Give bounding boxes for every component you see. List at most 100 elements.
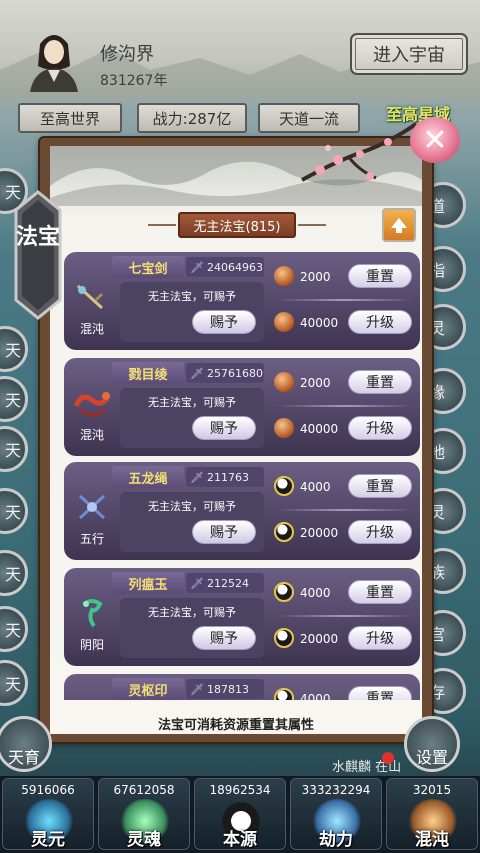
- item-element: 阴阳: [79, 638, 104, 652]
- resource-tile-lingyuan[interactable]: 5916066 灵元: [2, 778, 94, 850]
- copper-coin-icon: [274, 418, 294, 438]
- sword-icon: 🗡: [190, 260, 204, 274]
- scroll-up-button[interactable]: [382, 208, 416, 242]
- item-name: 灵枢印: [112, 678, 184, 700]
- item-element: 混沌: [79, 428, 104, 442]
- upgrade-cost: 20000: [300, 632, 339, 646]
- reset-button[interactable]: 重置: [348, 580, 412, 604]
- side-button-left-2[interactable]: 天: [0, 326, 28, 372]
- rope-item-icon: [78, 494, 106, 520]
- close-icon: ✕: [422, 122, 448, 158]
- item-element: 混沌: [79, 322, 104, 336]
- item-desc: 无主法宝，可赐予: [148, 606, 236, 619]
- resource-tile-benyuan[interactable]: 18962534 本源: [194, 778, 286, 850]
- side-tab-label: 法宝: [15, 225, 60, 250]
- divider: [298, 224, 326, 226]
- treasure-card: 七宝剑 🗡 24064963 混沌 无主法宝，可赐予 赐予 2000 重置 400…: [64, 252, 420, 350]
- treasure-card: 戮目绫 🗡 25761680 混沌 无主法宝，可赐予 赐予 2000 重置 400…: [64, 358, 420, 456]
- item-name: 七宝剑: [112, 256, 184, 278]
- side-button-left-8[interactable]: 天: [0, 660, 28, 706]
- list-title: 无主法宝(815): [178, 212, 296, 238]
- divider: [148, 224, 176, 226]
- treasure-card: 五龙绳 🗡 211763 五行 无主法宝，可赐予 赐予 4000 重置 20000…: [64, 462, 420, 560]
- resource-name: 混沌: [415, 830, 449, 850]
- side-button-left-4[interactable]: 天: [0, 426, 28, 472]
- notification-dot: [382, 752, 394, 764]
- side-button-left-3[interactable]: 天: [0, 376, 28, 422]
- player-age: 831267年: [100, 73, 168, 89]
- side-button-left-6[interactable]: 天: [0, 550, 28, 596]
- upgrade-cost: 20000: [300, 526, 339, 540]
- taiji-icon: [274, 688, 294, 700]
- sword-icon: 🗡: [190, 470, 204, 484]
- copper-coin-icon: [274, 372, 294, 392]
- resource-tile-hundun[interactable]: 32015 混沌: [386, 778, 478, 850]
- upgrade-button[interactable]: 升级: [348, 416, 412, 440]
- taiji-icon: [274, 476, 294, 496]
- item-power: 🗡 187813: [186, 679, 264, 699]
- reset-button[interactable]: 重置: [348, 264, 412, 288]
- world-tag[interactable]: 至高世界: [18, 103, 122, 133]
- taiji-icon: [274, 582, 294, 602]
- treasure-card: 列瘟玉 🗡 212524 阴阳 无主法宝，可赐予 赐予 4000 重置 20000…: [64, 568, 420, 666]
- item-name: 列瘟玉: [112, 572, 184, 594]
- item-desc: 无主法宝，可赐予: [148, 500, 236, 513]
- item-power: 🗡 212524: [186, 573, 264, 593]
- dragon-item-icon: [73, 392, 111, 417]
- side-button-left-5[interactable]: 天: [0, 488, 28, 534]
- reset-cost: 4000: [300, 586, 331, 600]
- item-element: 五行: [79, 532, 104, 546]
- resource-value: 67612058: [113, 783, 175, 797]
- gift-button[interactable]: 赐予: [192, 520, 256, 544]
- reset-button[interactable]: 重置: [348, 686, 412, 700]
- jade-item-icon: [82, 599, 103, 628]
- divider: [278, 509, 412, 511]
- footer-note: 法宝可消耗资源重置其属性: [157, 718, 314, 733]
- reset-button[interactable]: 重置: [348, 370, 412, 394]
- resource-value: 5916066: [21, 783, 75, 797]
- resource-tile-linghun[interactable]: 67612058 灵魂: [98, 778, 190, 850]
- resource-value: 333232294: [301, 783, 371, 797]
- upgrade-cost: 40000: [300, 316, 339, 330]
- upgrade-button[interactable]: 升级: [348, 626, 412, 650]
- settings-button[interactable]: 设置: [404, 716, 460, 772]
- sword-item-icon: [76, 284, 104, 310]
- player-name: 修沟界: [100, 44, 154, 65]
- sword-icon: 🗡: [190, 576, 204, 590]
- item-power: 🗡 211763: [186, 467, 264, 487]
- resource-name: 本源: [223, 830, 257, 850]
- arrow-up-icon: [391, 218, 407, 233]
- close-button[interactable]: ✕: [410, 117, 460, 163]
- item-power: 🗡 24064963: [186, 257, 264, 277]
- copper-coin-icon: [274, 312, 294, 332]
- resource-value: 32015: [412, 783, 452, 797]
- avatar[interactable]: [22, 26, 86, 92]
- sword-icon: 🗡: [190, 366, 204, 380]
- gift-button[interactable]: 赐予: [192, 310, 256, 334]
- reset-cost: 2000: [300, 376, 331, 390]
- treasure-list[interactable]: 七宝剑 🗡 24064963 混沌 无主法宝，可赐予 赐予 2000 重置 400…: [64, 248, 420, 700]
- side-button-left-7[interactable]: 天: [0, 606, 28, 652]
- combat-power-tag[interactable]: 战力:287亿: [137, 103, 247, 133]
- resource-tile-jieli[interactable]: 333232294 劫力: [290, 778, 382, 850]
- upgrade-button[interactable]: 升级: [348, 310, 412, 334]
- side-tab-badge[interactable]: [14, 190, 62, 320]
- sword-icon: 🗡: [190, 682, 204, 696]
- item-name: 戮目绫: [112, 362, 184, 384]
- upgrade-button[interactable]: 升级: [348, 520, 412, 544]
- reset-cost: 2000: [300, 270, 331, 284]
- treasure-card: 灵枢印 🗡 187813 4000 重置: [64, 674, 420, 700]
- item-desc: 无主法宝，可赐予: [148, 396, 236, 409]
- reset-cost: 4000: [300, 692, 331, 700]
- divider: [278, 299, 412, 301]
- divider: [278, 405, 412, 407]
- gift-button[interactable]: 赐予: [192, 626, 256, 650]
- gift-button[interactable]: 赐予: [192, 416, 256, 440]
- item-power: 🗡 25761680: [186, 363, 264, 383]
- item-name: 五龙绳: [112, 466, 184, 488]
- enter-universe-button[interactable]: 进入宇宙: [350, 33, 468, 75]
- reset-button[interactable]: 重置: [348, 474, 412, 498]
- plum-blossom-branch: [301, 122, 418, 182]
- tianyu-button[interactable]: 天育: [0, 716, 52, 772]
- resource-value: 18962534: [209, 783, 271, 797]
